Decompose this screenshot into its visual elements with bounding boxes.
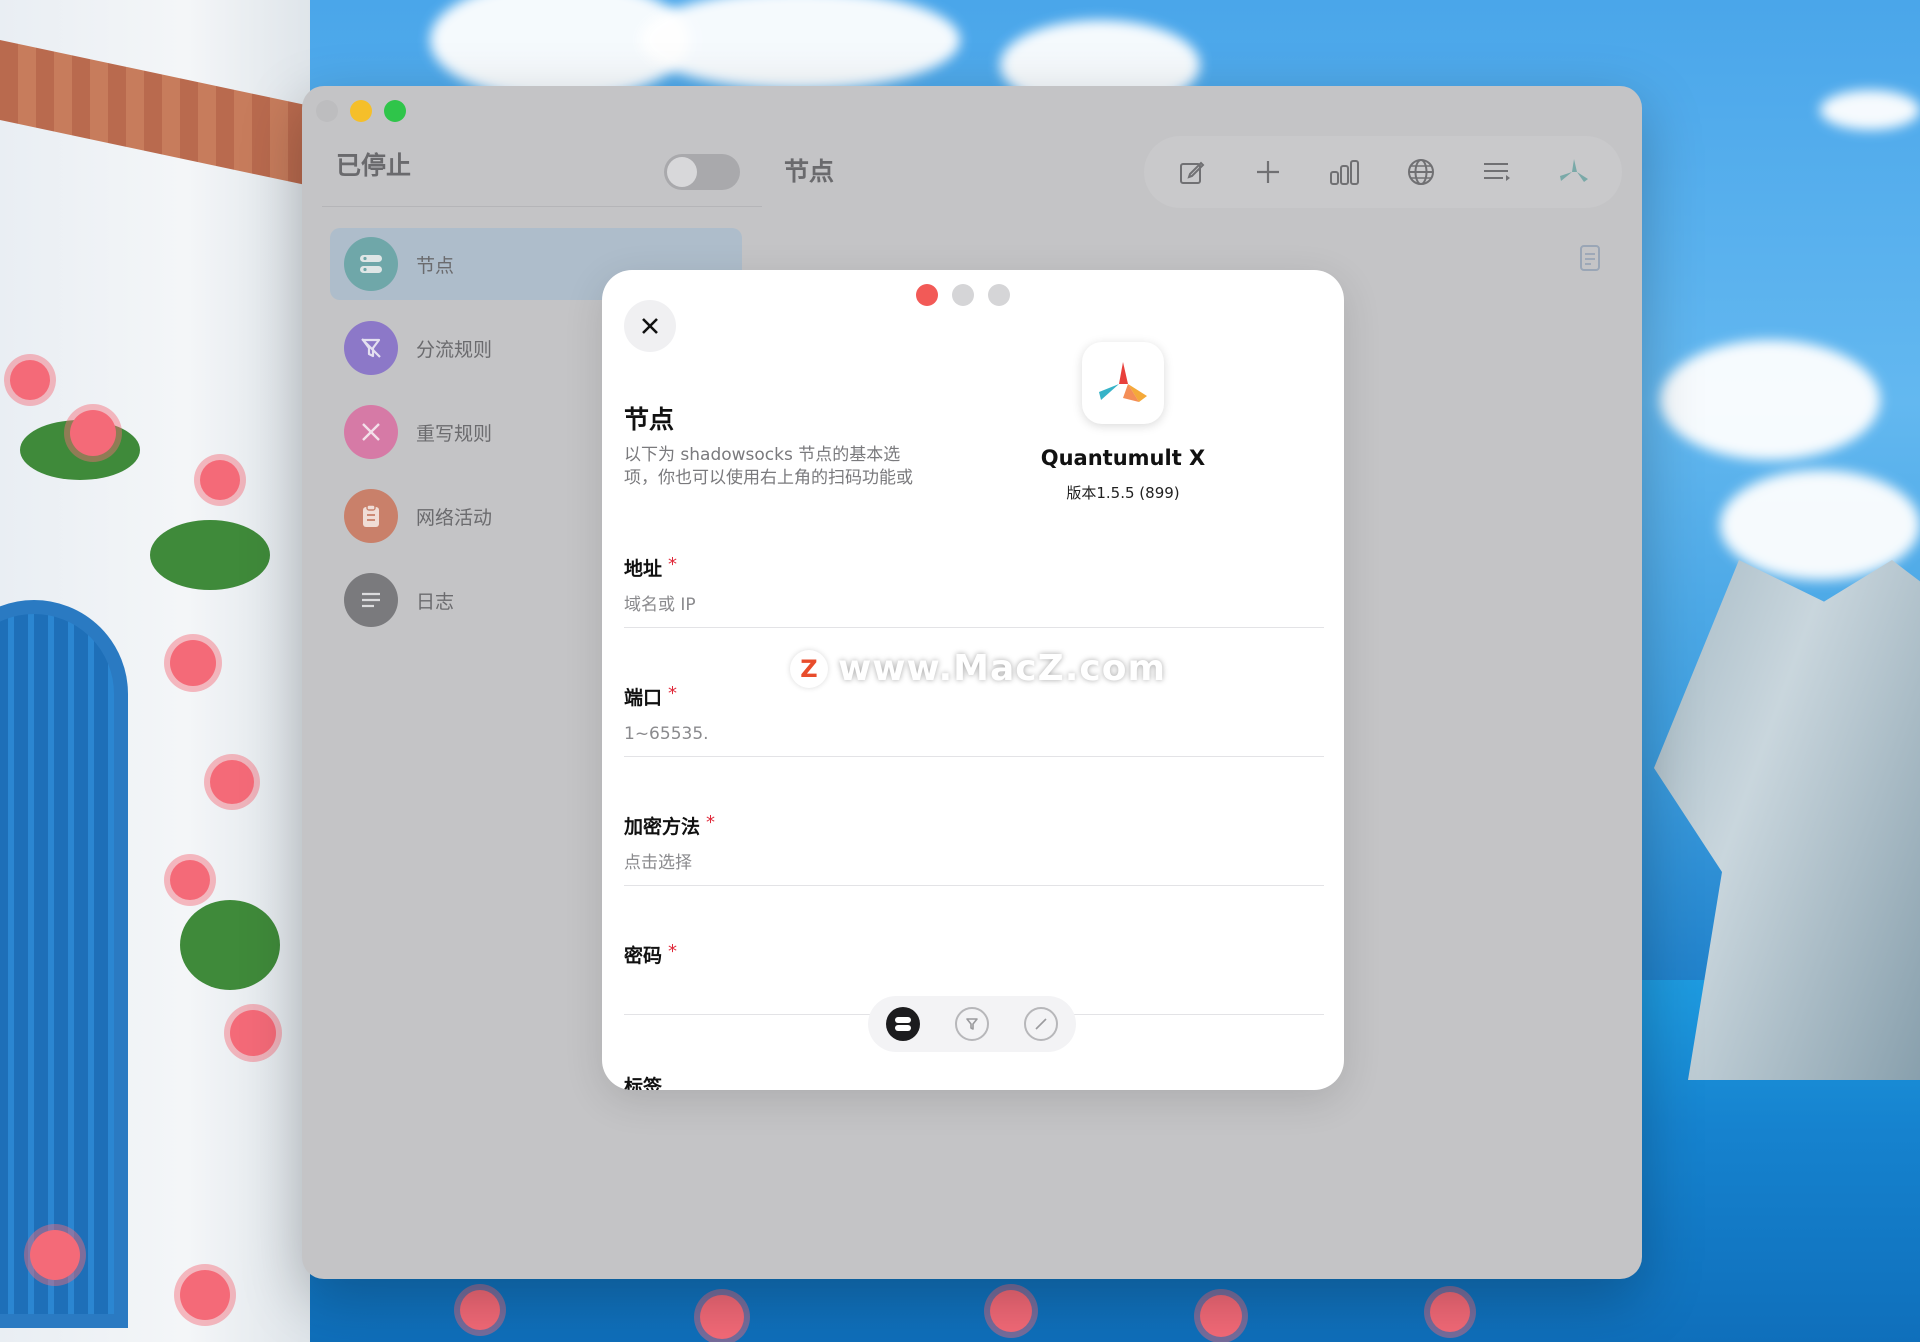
foliage (180, 900, 280, 990)
field-label: 端口 (624, 687, 663, 709)
form-description: 以下为 shadowsocks 节点的基本选项，你也可以使用右上角的扫码功能或节… (624, 445, 913, 488)
field-label: 标签 (624, 1076, 663, 1090)
flower (1430, 1292, 1470, 1332)
flower (700, 1295, 744, 1339)
field-underline (624, 885, 1324, 886)
flower (460, 1290, 500, 1330)
encryption-field: 加密方法 * (624, 812, 1324, 922)
close-icon (642, 318, 658, 334)
form-title: 节点 (624, 405, 675, 434)
page-title: 节点 (784, 157, 835, 186)
port-field: 端口 * (624, 683, 1324, 793)
server-icon (344, 237, 398, 291)
required-mark: * (668, 554, 678, 575)
cloud (1820, 90, 1920, 130)
zoom-window-button[interactable] (384, 100, 406, 122)
quantumult-logo (1082, 342, 1164, 424)
scissors-icon (344, 405, 398, 459)
tag-field: 标签 (624, 1072, 1324, 1090)
flower (200, 460, 240, 500)
flower (1200, 1295, 1242, 1337)
list-icon (344, 573, 398, 627)
document-icon[interactable] (1578, 244, 1602, 276)
flower (990, 1290, 1032, 1332)
required-mark: * (668, 941, 678, 962)
flower (70, 410, 116, 456)
flower (230, 1010, 276, 1056)
watermark-logo: Z (790, 649, 828, 688)
app-name: Quantumult X (1040, 446, 1206, 470)
flower (30, 1230, 80, 1280)
blue-door (0, 600, 128, 1328)
close-sheet-dot[interactable] (916, 284, 938, 306)
window-controls (316, 100, 406, 122)
clipboard-icon (344, 489, 398, 543)
sidebar-item-label: 节点 (416, 254, 455, 277)
minimize-window-button[interactable] (350, 100, 372, 122)
sidebar-item-label: 网络活动 (416, 506, 493, 529)
edit-icon[interactable] (1172, 152, 1212, 192)
proxy-toggle[interactable] (664, 154, 740, 190)
watermark-text: www.MacZ.com (838, 648, 1166, 689)
encryption-select[interactable] (624, 853, 1324, 873)
flower (210, 760, 254, 804)
close-window-button[interactable] (316, 100, 338, 122)
section-switcher (868, 996, 1076, 1052)
globe-icon[interactable] (1401, 152, 1441, 192)
field-underline (624, 756, 1324, 757)
flower (170, 860, 210, 900)
sidebar-item-label: 重写规则 (416, 422, 493, 445)
toggle-knob (667, 157, 697, 187)
field-underline (624, 627, 1324, 628)
app-version: 版本1.5.5 (899) (1066, 484, 1180, 502)
required-mark: * (668, 683, 678, 704)
flower (180, 1270, 230, 1320)
sidebar-divider (322, 206, 762, 207)
field-label: 密码 (624, 945, 663, 967)
watermark: Z www.MacZ.com (790, 648, 1166, 689)
foliage (150, 520, 270, 590)
chart-icon[interactable] (1325, 152, 1365, 192)
field-label: 加密方法 (624, 816, 701, 838)
field-label: 地址 (624, 558, 663, 580)
plus-icon[interactable] (1248, 152, 1288, 192)
app-logo-icon (1099, 362, 1147, 402)
required-mark: * (706, 812, 716, 833)
address-input[interactable] (624, 595, 1324, 615)
sidebar-item-label: 分流规则 (416, 338, 493, 361)
flower (170, 640, 216, 686)
status-title: 已停止 (336, 151, 412, 180)
server-icon[interactable] (885, 1007, 920, 1041)
pencil-icon[interactable] (1024, 1007, 1059, 1041)
cloud (1660, 340, 1880, 460)
filter-icon[interactable] (954, 1007, 989, 1041)
filter-icon (344, 321, 398, 375)
minimize-sheet-dot[interactable] (952, 284, 974, 306)
flower (10, 360, 50, 400)
close-button[interactable] (624, 300, 676, 352)
cloud (640, 0, 960, 90)
toolbar (1144, 136, 1622, 208)
sidebar-item-label: 日志 (416, 590, 455, 613)
sheet-window-controls (916, 284, 1010, 306)
menu-icon[interactable] (1477, 152, 1517, 192)
app-logo-icon[interactable] (1554, 152, 1594, 192)
port-input[interactable] (624, 724, 1324, 744)
zoom-sheet-dot[interactable] (988, 284, 1010, 306)
